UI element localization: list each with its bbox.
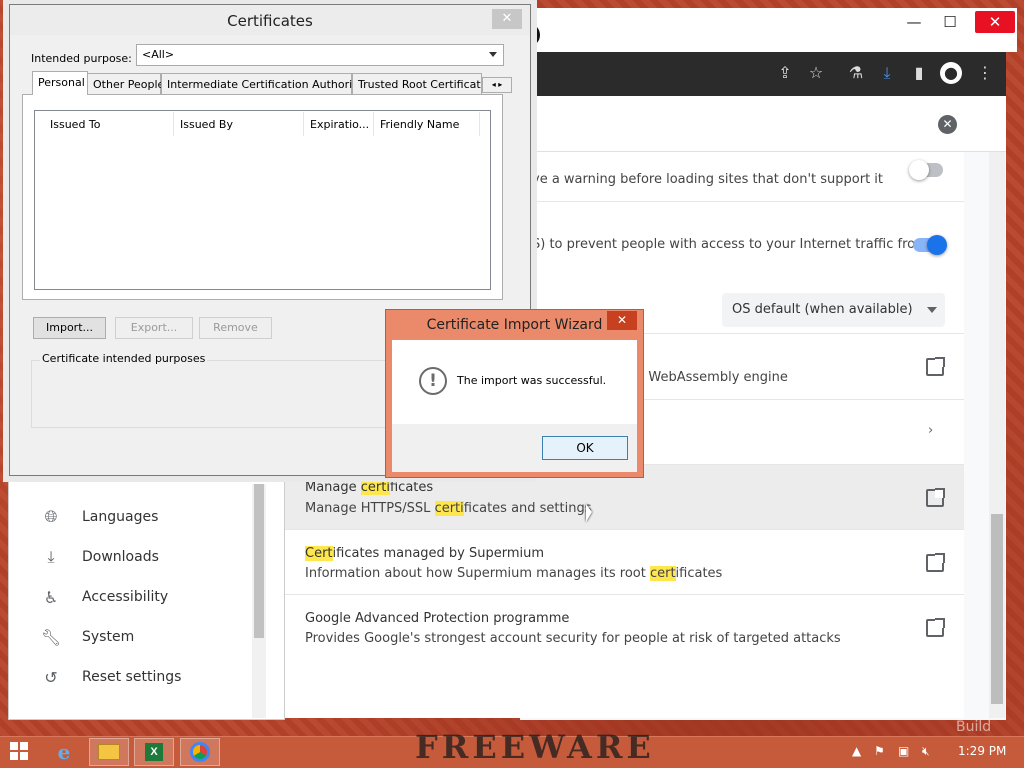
watermark-text: FREEWARE <box>415 728 655 766</box>
sidebar-item-accessibility[interactable]: ♿︎ Accessibility <box>40 586 168 608</box>
chevron-right-icon[interactable]: › <box>928 423 933 438</box>
setting-row-supermium-certs[interactable] <box>285 530 964 595</box>
mouse-cursor-icon <box>586 504 592 522</box>
profile-icon[interactable]: ● <box>940 62 962 84</box>
intended-purpose-select[interactable]: <All> <box>136 44 504 66</box>
tab-scroll-arrows[interactable]: ◂ ▸ <box>482 77 512 93</box>
file-explorer-icon[interactable] <box>89 738 129 766</box>
https-warning-toggle[interactable] <box>909 160 943 180</box>
network-icon[interactable]: ▣ <box>898 744 909 758</box>
column-issued-by[interactable]: Issued By <box>174 112 304 136</box>
flag-icon[interactable]: ⚑ <box>874 744 885 758</box>
sidebar-scrollbar-thumb[interactable] <box>254 484 264 638</box>
remove-button[interactable]: Remove <box>199 317 272 339</box>
certificate-list[interactable] <box>34 110 491 290</box>
bookmark-star-icon[interactable]: ☆ <box>805 62 827 84</box>
export-button[interactable]: Export... <box>115 317 193 339</box>
open-external-icon[interactable] <box>926 357 945 376</box>
wizard-title: Certificate Import Wizard <box>426 317 603 333</box>
sidebar-item-downloads[interactable]: ⤓ Downloads <box>40 546 158 568</box>
tab-personal[interactable]: Personal <box>32 71 88 95</box>
sidebar-item-reset-settings[interactable]: ↺ Reset settings <box>40 666 181 688</box>
exclamation-icon: ! <box>419 367 447 395</box>
side-panel-icon[interactable]: ▮ <box>908 62 930 84</box>
download-icon[interactable]: ⤓ <box>876 62 898 84</box>
wizard-close-button[interactable]: ✕ <box>607 311 637 330</box>
browser-toolbar <box>520 52 1006 96</box>
flask-icon[interactable]: ⚗ <box>845 62 867 84</box>
settings-scrollbar-thumb[interactable] <box>991 514 1003 704</box>
sidebar-item-languages[interactable]: 🌐︎ Languages <box>40 506 159 528</box>
column-expiration[interactable]: Expiratio... <box>304 112 374 136</box>
open-external-icon[interactable] <box>926 618 945 637</box>
wizard-message: The import was successful. <box>457 374 607 387</box>
share-icon[interactable]: ⇪ <box>774 62 796 84</box>
secure-dns-text: S) to prevent people with access to your… <box>532 237 928 252</box>
tray-arrow-icon[interactable]: ▲ <box>852 744 861 758</box>
settings-search-bar[interactable] <box>520 96 1006 152</box>
manage-certificates-desc: Manage HTTPS/SSL certificates and settin… <box>305 501 592 516</box>
minimize-button[interactable]: — <box>896 8 932 36</box>
volume-icon[interactable]: 🔇︎ <box>922 744 930 759</box>
column-issued-to[interactable]: Issued To <box>44 112 174 136</box>
window-close-button[interactable]: ✕ <box>975 11 1015 33</box>
windows-start-icon[interactable] <box>10 742 28 760</box>
open-external-icon[interactable] <box>926 488 945 507</box>
ie-icon[interactable]: e <box>44 738 84 766</box>
certificates-close-button[interactable]: ✕ <box>492 9 522 29</box>
menu-kebab-icon[interactable]: ⋮ <box>974 62 996 84</box>
supermium-certs-desc: Information about how Supermium manages … <box>305 566 723 581</box>
secure-dns-toggle[interactable] <box>913 235 947 255</box>
column-friendly-name[interactable]: Friendly Name <box>374 112 480 136</box>
advanced-protection-desc: Provides Google's strongest account secu… <box>305 631 841 646</box>
clear-search-icon[interactable]: ✕ <box>938 115 957 134</box>
maximize-button[interactable]: ☐ <box>932 8 968 36</box>
tab-intermediate-ca[interactable]: Intermediate Certification Authorities <box>161 73 372 95</box>
import-button[interactable]: Import... <box>33 317 106 339</box>
clock[interactable]: 1:29 PM <box>958 744 1006 758</box>
manage-certificates-title: Manage certificates <box>305 480 434 495</box>
tab-other-people[interactable]: Other People <box>87 73 164 95</box>
supermium-certs-title: Certificates managed by Supermium <box>305 546 545 561</box>
advanced-protection-title: Google Advanced Protection programme <box>305 611 570 626</box>
sidebar-item-system[interactable]: 🔧︎ System <box>40 626 134 648</box>
excel-icon[interactable]: X <box>134 738 174 766</box>
history-icon: ↺ <box>44 667 58 687</box>
intended-purpose-label: Intended purpose: <box>31 52 132 65</box>
tab-trusted-root[interactable]: Trusted Root Certification <box>352 73 482 95</box>
download-icon: ⤓ <box>47 547 55 566</box>
browser-taskbar-icon[interactable] <box>180 738 220 766</box>
https-warning-text: ve a warning before loading sites that d… <box>532 172 884 187</box>
globe-icon: 🌐︎ <box>44 507 58 526</box>
wrench-icon: 🔧︎ <box>40 627 62 647</box>
intended-purposes-label: Certificate intended purposes <box>40 352 208 365</box>
setting-row-advanced-protection[interactable] <box>285 595 964 660</box>
certificates-title: Certificates <box>10 5 530 35</box>
v8-text: d WebAssembly engine <box>636 370 788 385</box>
dns-provider-dropdown[interactable]: OS default (when available) <box>722 293 945 327</box>
ok-button[interactable]: OK <box>542 436 628 460</box>
open-external-icon[interactable] <box>926 553 945 572</box>
accessibility-icon: ♿︎ <box>43 587 59 607</box>
